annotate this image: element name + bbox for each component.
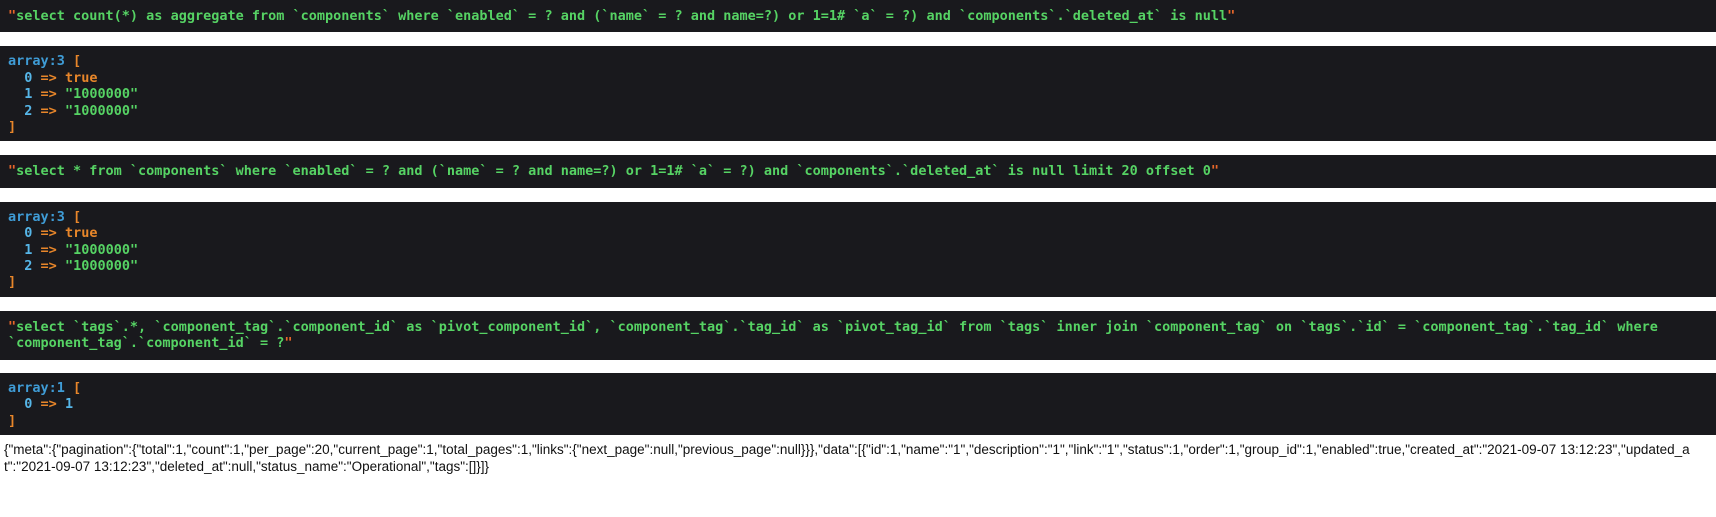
array-item-row: 2 => "1000000" <box>8 103 1708 119</box>
array-item-arrow: => <box>40 69 57 86</box>
array-footer: ] <box>8 119 1708 135</box>
array-footer: ] <box>8 274 1708 290</box>
array-item-index: 0 <box>24 225 33 242</box>
array-item-row: 1 => "1000000" <box>8 242 1708 258</box>
array-item-index: 1 <box>24 86 33 103</box>
array-item-index: 1 <box>24 241 33 258</box>
array-item-row: 0 => true <box>8 70 1708 86</box>
array-item-value: true <box>64 69 98 86</box>
array-item-arrow: => <box>40 86 57 103</box>
debug-dump-page: "select count(*) as aggregate from `comp… <box>0 0 1716 517</box>
array-header: array:3 [ <box>8 53 1708 69</box>
sql-query-block-3: "select `tags`.*, `component_tag`.`compo… <box>0 310 1716 360</box>
array-header: array:3 [ <box>8 209 1708 225</box>
block-separator <box>0 32 1716 47</box>
array-item-row: 0 => 1 <box>8 396 1708 412</box>
sql-close-quote: " <box>284 335 293 352</box>
array-item-row: 2 => "1000000" <box>8 258 1708 274</box>
array-item-value: "1000000" <box>64 86 139 103</box>
array-item-value: "1000000" <box>64 102 139 119</box>
array-item-value: "1000000" <box>64 241 139 258</box>
array-item-row: 1 => "1000000" <box>8 86 1708 102</box>
sql-query-text-1: select count(*) as aggregate from `compo… <box>16 8 1228 24</box>
block-separator <box>0 359 1716 373</box>
bindings-array-block-2: array:3 [0 => true 1 => "1000000" 2 => "10… <box>0 201 1716 297</box>
array-type-label: array:3 <box>8 208 65 225</box>
array-open-bracket: [ <box>73 53 82 70</box>
array-type-label: array:3 <box>8 53 65 70</box>
array-item-arrow: => <box>40 396 57 413</box>
array-item-index: 0 <box>24 69 33 86</box>
array-item-arrow: => <box>40 241 57 258</box>
array-open-bracket: [ <box>73 379 82 396</box>
sql-query-text-2: select * from `components` where `enable… <box>16 163 1211 180</box>
array-item-index: 2 <box>24 258 33 275</box>
array-close-bracket: ] <box>8 412 17 429</box>
array-item-arrow: => <box>40 102 57 119</box>
array-type-label: array:1 <box>8 379 65 396</box>
json-response-output: {"meta":{"pagination":{"total":1,"count"… <box>0 434 1716 483</box>
sql-close-quote: " <box>1227 8 1236 24</box>
array-close-bracket: ] <box>8 274 17 291</box>
sql-open-quote: " <box>8 318 17 335</box>
sql-close-quote: " <box>1210 163 1220 180</box>
array-item-index: 0 <box>24 396 33 413</box>
bindings-array-block-3: array:1 [0 => 1] <box>0 372 1716 435</box>
sql-query-block-1: "select count(*) as aggregate from `comp… <box>0 0 1716 33</box>
sql-open-quote: " <box>8 8 17 24</box>
array-item-arrow: => <box>40 225 57 242</box>
array-item-value: true <box>64 225 98 242</box>
array-item-row: 0 => true <box>8 225 1708 241</box>
array-item-index: 2 <box>24 102 33 119</box>
sql-query-text-3: select `tags`.*, `component_tag`.`compon… <box>8 318 1667 352</box>
block-separator <box>0 296 1716 311</box>
array-header: array:1 [ <box>8 380 1708 396</box>
array-open-bracket: [ <box>73 208 82 225</box>
array-footer: ] <box>8 413 1708 429</box>
array-item-arrow: => <box>40 258 57 275</box>
block-separator <box>0 141 1716 156</box>
sql-query-block-2: "select * from `components` where `enabl… <box>0 155 1716 188</box>
array-close-bracket: ] <box>8 119 17 136</box>
block-separator <box>0 187 1716 202</box>
sql-open-quote: " <box>8 163 17 180</box>
array-item-value: "1000000" <box>64 258 139 275</box>
bindings-array-block-1: array:3 [0 => true 1 => "1000000" 2 => "10… <box>0 46 1716 142</box>
array-item-value: 1 <box>64 396 74 413</box>
